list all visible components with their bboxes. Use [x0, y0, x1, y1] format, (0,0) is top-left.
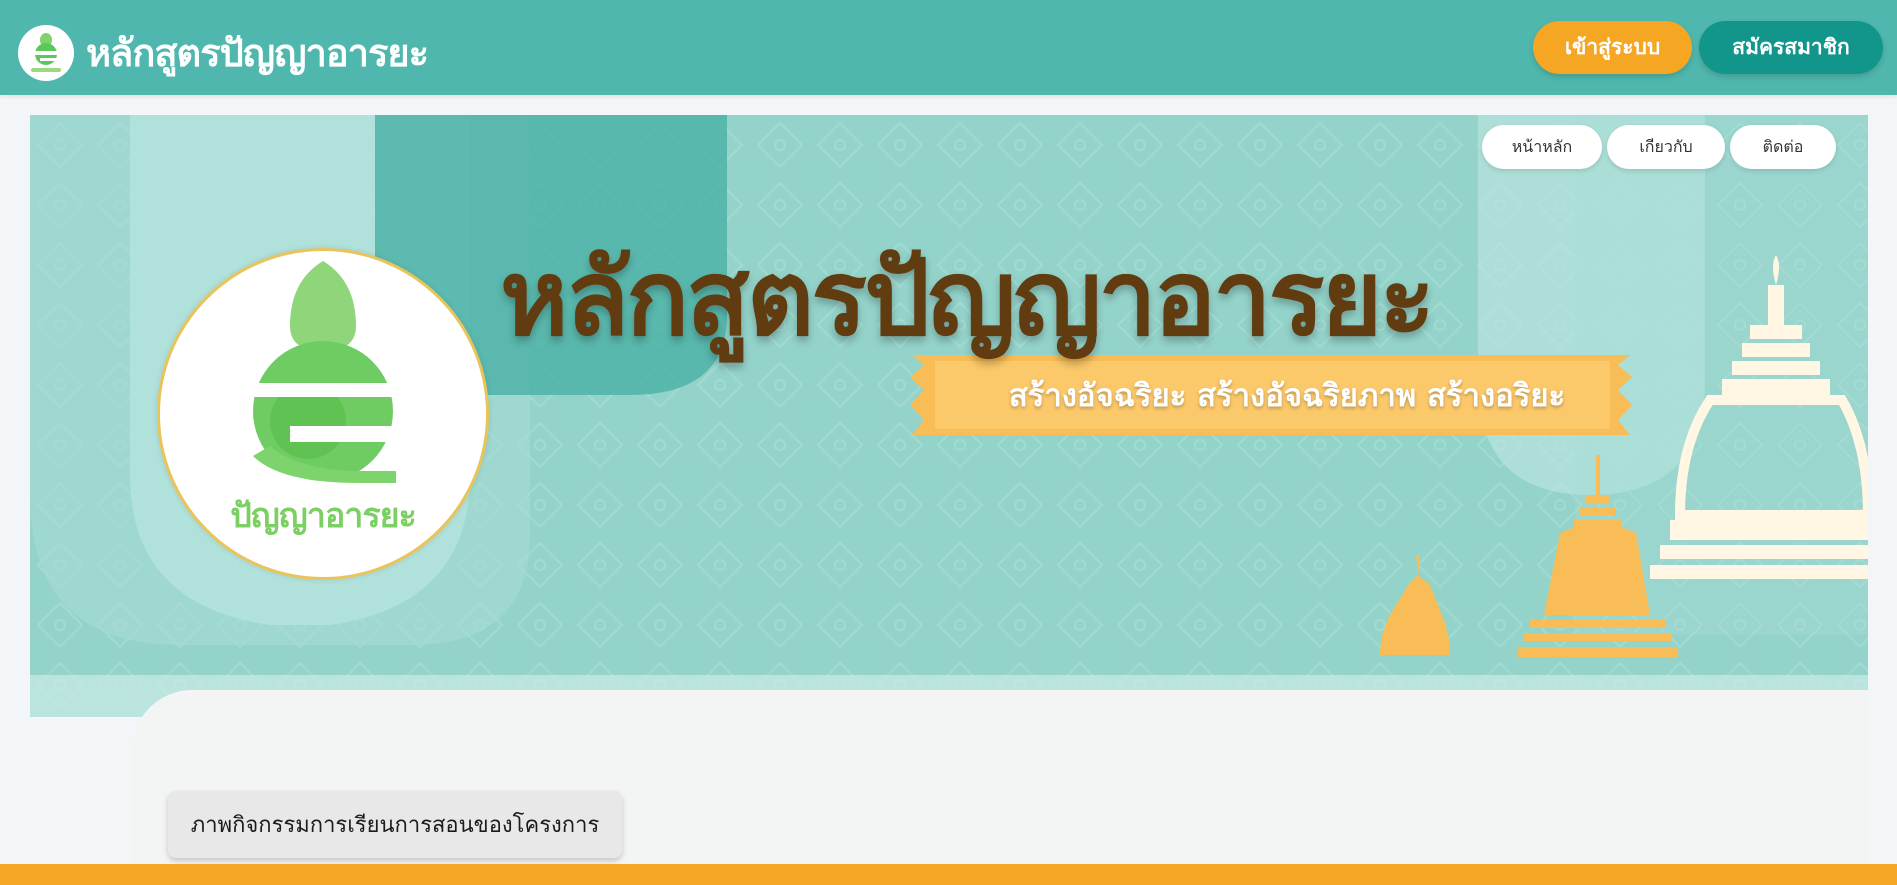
login-button[interactable]: เข้าสู่ระบบ: [1533, 21, 1692, 74]
brand[interactable]: หลักสูตรปัญญาอารยะ: [18, 22, 429, 83]
register-button[interactable]: สมัครสมาชิก: [1699, 21, 1883, 74]
nav-home-button[interactable]: หน้าหลัก: [1482, 125, 1602, 169]
hero-subtitle-wrap: สร้างอัจฉริยะ สร้างอัจฉริยภาพ สร้างอริยะ: [912, 355, 1662, 435]
logo-caption: ปัญญาอารยะ: [230, 496, 417, 536]
bottom-bar: [0, 864, 1897, 885]
brand-name: หลักสูตรปัญญาอารยะ: [86, 31, 429, 75]
nav-about-button[interactable]: เกียวกับ: [1607, 125, 1725, 169]
brand-logo-icon: [18, 24, 74, 81]
hero-banner: หน้าหลัก เกียวกับ ติดต่อ หลักสูตรปัญญาอา…: [30, 115, 1868, 717]
activity-photos-tab[interactable]: ภาพกิจกรรมการเรียนการสอนของโครงการ: [168, 791, 622, 858]
hero-subtitle: สร้างอัจฉริยะ สร้างอัจฉริยภาพ สร้างอริยะ: [1008, 378, 1566, 414]
nav-contact-button[interactable]: ติดต่อ: [1730, 125, 1836, 169]
program-logo: ปัญญาอารยะ: [157, 248, 489, 580]
top-header: หลักสูตรปัญญาอารยะ เข้าสู่ระบบ สมัครสมาช…: [0, 0, 1897, 95]
